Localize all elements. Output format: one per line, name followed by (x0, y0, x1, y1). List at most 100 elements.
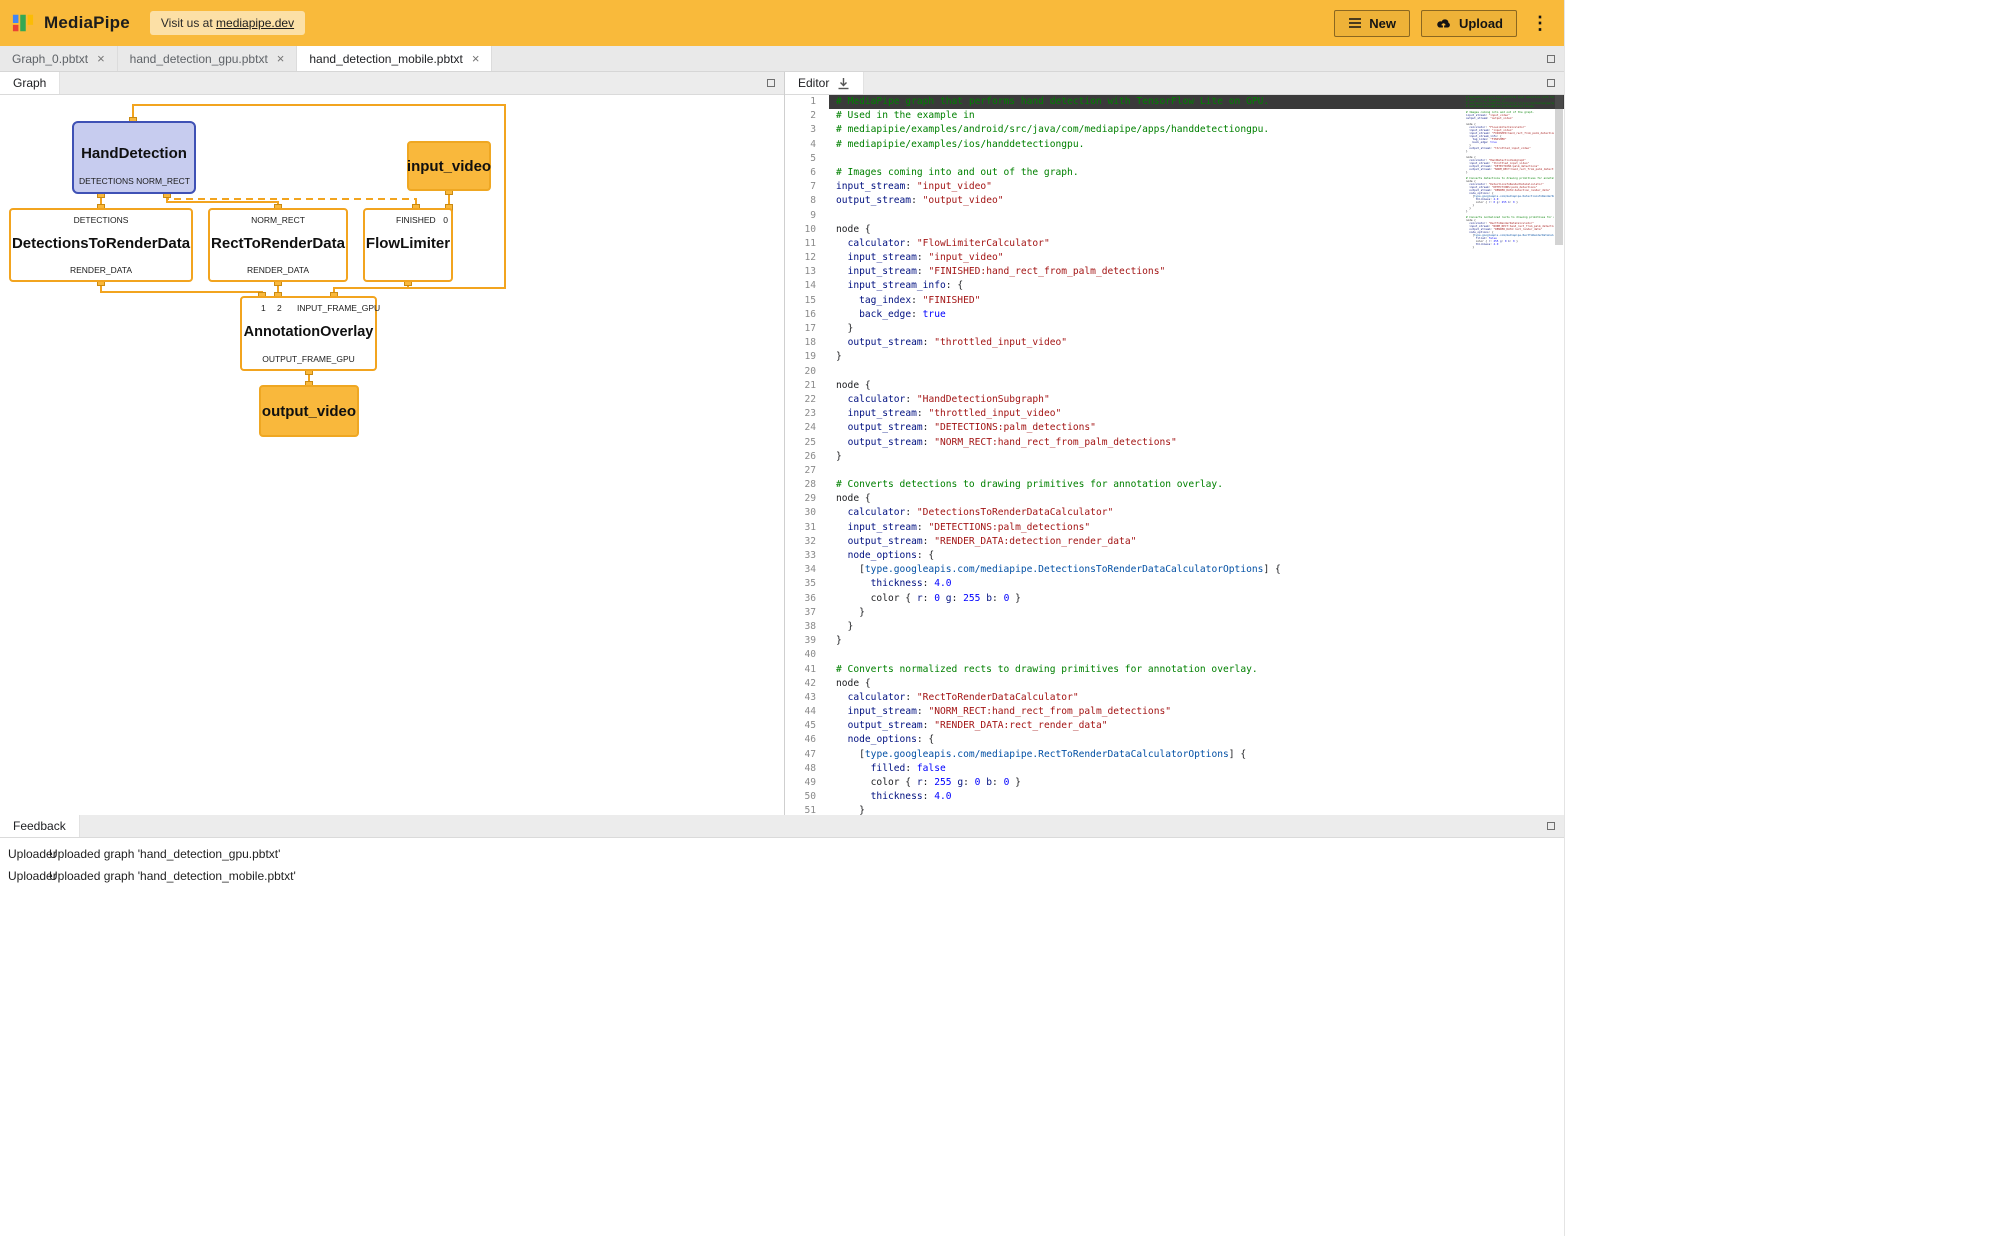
code-line[interactable]: # MediaPipe graph that performs hand det… (836, 95, 1466, 109)
code-line[interactable] (836, 365, 1466, 379)
node-output-video[interactable]: output_video (259, 385, 359, 437)
download-icon[interactable] (837, 77, 850, 90)
code-line[interactable]: filled: false (836, 762, 1466, 776)
code-line[interactable]: # Converts detections to drawing primiti… (836, 478, 1466, 492)
feedback-pane-header-right (1547, 815, 1564, 837)
code-line[interactable]: calculator: "HandDetectionSubgraph" (836, 393, 1466, 407)
code-line[interactable]: calculator: "FlowLimiterCalculator" (836, 237, 1466, 251)
code-line[interactable]: } (836, 350, 1466, 364)
code-line[interactable]: output_stream: "RENDER_DATA:rect_render_… (836, 719, 1466, 733)
node-hand-detection[interactable]: HandDetection DETECTIONS NORM_RECT (72, 121, 196, 194)
code-line[interactable]: input_stream: "DETECTIONS:palm_detection… (836, 521, 1466, 535)
node-rect-to-render-data[interactable]: NORM_RECT RectToRenderData RENDER_DATA (208, 208, 348, 282)
code-line[interactable]: calculator: "RectToRenderDataCalculator" (836, 691, 1466, 705)
code-line[interactable]: tag_index: "FINISHED" (836, 294, 1466, 308)
edge-norm-rect (167, 194, 278, 208)
editor-scrollbar-thumb[interactable] (1555, 95, 1563, 245)
code-line[interactable]: output_stream: "NORM_RECT:hand_rect_from… (836, 436, 1466, 450)
code-line[interactable]: } (836, 450, 1466, 464)
graph-canvas[interactable]: HandDetection DETECTIONS NORM_RECT input… (0, 95, 784, 815)
mediapipe-dev-link[interactable]: mediapipe.dev (216, 16, 294, 30)
editor-scrollbar[interactable] (1554, 95, 1564, 815)
code-line[interactable]: node { (836, 677, 1466, 691)
code-line[interactable]: } (836, 804, 1466, 815)
code-line[interactable]: node { (836, 492, 1466, 506)
expand-graph-icon[interactable] (767, 79, 775, 87)
tab-hand-detection-mobile[interactable]: hand_detection_mobile.pbtxt × (297, 46, 492, 71)
code-line[interactable]: # mediapipie/examples/android/src/java/c… (836, 123, 1466, 137)
more-options-icon[interactable]: ⋮ (1528, 13, 1552, 34)
code-line[interactable]: calculator: "DetectionsToRenderDataCalcu… (836, 506, 1466, 520)
line-number: 6 (785, 166, 816, 180)
editor-tab-label: Editor (798, 76, 829, 90)
code-line[interactable]: output_stream: "output_video" (836, 194, 1466, 208)
minimap-line: } (1466, 246, 1554, 249)
port-label-bottom: RENDER_DATA (210, 265, 346, 275)
expand-editor-icon[interactable] (1547, 79, 1555, 87)
code-line[interactable]: } (836, 634, 1466, 648)
code-line[interactable]: input_stream: "FINISHED:hand_rect_from_p… (836, 265, 1466, 279)
graph-tab[interactable]: Graph (0, 72, 60, 94)
feedback-pane-header: Feedback (0, 815, 1564, 838)
mediapipe-logo (12, 12, 34, 34)
code-line[interactable] (836, 152, 1466, 166)
code-line[interactable] (836, 209, 1466, 223)
new-button[interactable]: New (1334, 10, 1410, 37)
code-line[interactable]: thickness: 4.0 (836, 577, 1466, 591)
close-icon[interactable]: × (472, 52, 480, 65)
node-title: AnnotationOverlay (242, 324, 375, 340)
line-number: 29 (785, 492, 816, 506)
code-line[interactable]: node_options: { (836, 549, 1466, 563)
upload-button[interactable]: Upload (1421, 10, 1517, 37)
line-number: 12 (785, 251, 816, 265)
visit-prefix: Visit us at (161, 16, 216, 30)
code-line[interactable]: } (836, 322, 1466, 336)
code-line[interactable]: } (836, 620, 1466, 634)
code-line[interactable] (836, 648, 1466, 662)
close-icon[interactable]: × (277, 52, 285, 65)
line-number: 27 (785, 464, 816, 478)
feedback-entry: Uploader Uploaded graph 'hand_detection_… (0, 865, 1564, 887)
code-line[interactable]: output_stream: "DETECTIONS:palm_detectio… (836, 421, 1466, 435)
code-line[interactable]: thickness: 4.0 (836, 790, 1466, 804)
code-line[interactable]: [type.googleapis.com/mediapipe.RectToRen… (836, 748, 1466, 762)
code-line[interactable]: # Images coming into and out of the grap… (836, 166, 1466, 180)
node-flow-limiter[interactable]: FINISHED 0 FlowLimiter (363, 208, 453, 282)
code-line[interactable]: node { (836, 223, 1466, 237)
node-detections-to-render-data[interactable]: DETECTIONS DetectionsToRenderData RENDER… (9, 208, 193, 282)
code-line[interactable]: input_stream: "NORM_RECT:hand_rect_from_… (836, 705, 1466, 719)
feedback-tab[interactable]: Feedback (0, 815, 80, 837)
code-line[interactable]: # Converts normalized rects to drawing p… (836, 663, 1466, 677)
tab-hand-detection-gpu[interactable]: hand_detection_gpu.pbtxt × (118, 46, 298, 71)
code-line[interactable]: color { r: 255 g: 0 b: 0 } (836, 776, 1466, 790)
editor-pane-header: Editor (785, 72, 1564, 95)
editor-minimap[interactable]: # MediaPipe graph that performs hand det… (1466, 95, 1554, 815)
code-line[interactable]: input_stream: "input_video" (836, 180, 1466, 194)
tab-graph-0[interactable]: Graph_0.pbtxt × (0, 46, 118, 71)
code-line[interactable]: input_stream: "throttled_input_video" (836, 407, 1466, 421)
code-line[interactable]: [type.googleapis.com/mediapipe.Detection… (836, 563, 1466, 577)
close-icon[interactable]: × (97, 52, 105, 65)
editor-pane-header-right (1547, 72, 1564, 94)
expand-feedback-icon[interactable] (1547, 822, 1555, 830)
line-number: 15 (785, 294, 816, 308)
code-line[interactable]: back_edge: true (836, 308, 1466, 322)
restore-panel-icon[interactable] (1547, 55, 1555, 63)
code-line[interactable]: } (836, 606, 1466, 620)
code-line[interactable]: output_stream: "RENDER_DATA:detection_re… (836, 535, 1466, 549)
code-line[interactable]: output_stream: "throttled_input_video" (836, 336, 1466, 350)
code-line[interactable] (836, 464, 1466, 478)
node-input-video[interactable]: input_video (407, 141, 491, 191)
code-line[interactable]: node_options: { (836, 733, 1466, 747)
main-split: Graph (0, 72, 1564, 815)
node-annotation-overlay[interactable]: 1 2 INPUT_FRAME_GPU AnnotationOverlay OU… (240, 296, 377, 371)
code-line[interactable]: color { r: 0 g: 255 b: 0 } (836, 592, 1466, 606)
code-line[interactable]: input_stream_info: { (836, 279, 1466, 293)
code-line[interactable]: # mediapipie/examples/ios/handdetectiong… (836, 138, 1466, 152)
code-line[interactable]: node { (836, 379, 1466, 393)
editor-code-lines[interactable]: # MediaPipe graph that performs hand det… (829, 95, 1466, 815)
editor-tab[interactable]: Editor (785, 72, 864, 94)
code-line[interactable]: # Used in the example in (836, 109, 1466, 123)
code-line[interactable]: input_stream: "input_video" (836, 251, 1466, 265)
port-label-detections: DETECTIONS (79, 176, 134, 186)
